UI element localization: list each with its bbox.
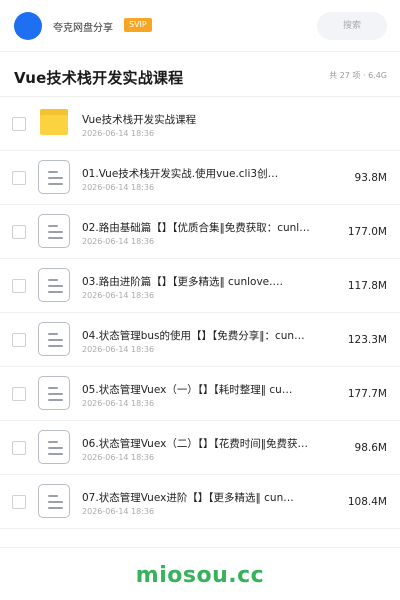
brand-label: 夸克网盘分享 [53,23,113,34]
list-item[interactable]: 06.状态管理Vuex（二）【】【花费时间‖免费获… 2026-06-14 18:… [0,421,400,475]
item-size: 177.7M [347,388,387,400]
folder-icon [40,109,68,135]
item-name[interactable]: 04.状态管理bus的使用【】【免费分享‖：cun… [82,328,314,343]
footer-divider [0,547,400,548]
row-checkbox[interactable] [12,279,26,293]
row-checkbox[interactable] [12,441,26,455]
list-item[interactable]: 03.路由进阶篇【】【更多精选‖ cunlove.… 2026-06-14 18:… [0,259,400,313]
row-checkbox[interactable] [12,333,26,347]
item-date: 2026-06-14 18:36 [82,453,155,462]
item-size: 98.6M [354,442,387,454]
item-name[interactable]: 03.路由进阶篇【】【更多精选‖ cunlove.… [82,274,314,289]
avatar[interactable] [14,12,42,40]
item-name[interactable]: 06.状态管理Vuex（二）【】【花费时间‖免费获… [82,436,314,451]
item-name[interactable]: 01.Vue技术栈开发实战.使用vue.cli3创… [82,166,314,181]
item-size: 123.3M [347,334,387,346]
list-item[interactable]: 07.状态管理Vuex进阶【】【更多精选‖ cun… 2026-06-14 18:… [0,475,400,529]
item-size: 177.0M [347,226,387,238]
document-icon [38,214,70,248]
row-checkbox[interactable] [12,387,26,401]
row-checkbox[interactable] [12,117,26,131]
document-icon [38,268,70,302]
header: 夸克网盘分享 SVIP [0,0,400,52]
item-name[interactable]: 02.路由基础篇【】【优质合集‖免费获取：cunl… [82,220,314,235]
item-size: 108.4M [347,496,387,508]
row-checkbox[interactable] [12,495,26,509]
item-size: 117.8M [347,280,387,292]
folder-titlebar: Vue技术栈开发实战课程 共 27 项 · 6.4G [0,52,400,97]
list-item[interactable]: 04.状态管理bus的使用【】【免费分享‖：cun… 2026-06-14 18:… [0,313,400,367]
list-item[interactable]: Vue技术栈开发实战课程 2026-06-14 18:36 [0,97,400,151]
search-input[interactable] [317,12,387,40]
svip-badge: SVIP [124,18,152,32]
item-name[interactable]: 07.状态管理Vuex进阶【】【更多精选‖ cun… [82,490,314,505]
list-item[interactable]: 02.路由基础篇【】【优质合集‖免费获取：cunl… 2026-06-14 18:… [0,205,400,259]
folder-meta: 共 27 项 · 6.4G [329,71,387,80]
item-name[interactable]: Vue技术栈开发实战课程 [82,112,314,127]
item-size: 93.8M [354,172,387,184]
item-date: 2026-06-14 18:36 [82,129,155,138]
item-date: 2026-06-14 18:36 [82,291,155,300]
list-item[interactable]: 05.状态管理Vuex（一）【】【耗时整理‖ cu… 2026-06-14 18:… [0,367,400,421]
item-date: 2026-06-14 18:36 [82,345,155,354]
document-icon [38,322,70,356]
row-checkbox[interactable] [12,225,26,239]
list-item[interactable]: 01.Vue技术栈开发实战.使用vue.cli3创… 2026-06-14 18:… [0,151,400,205]
row-checkbox[interactable] [12,171,26,185]
item-date: 2026-06-14 18:36 [82,237,155,246]
document-icon [38,160,70,194]
item-date: 2026-06-14 18:36 [82,507,155,516]
page-title: Vue技术栈开发实战课程 [14,69,184,87]
watermark: miosou.cc [135,563,265,588]
item-name[interactable]: 05.状态管理Vuex（一）【】【耗时整理‖ cu… [82,382,314,397]
document-icon [38,376,70,410]
item-date: 2026-06-14 18:36 [82,399,155,408]
document-icon [38,484,70,518]
file-list: Vue技术栈开发实战课程 2026-06-14 18:36 01.Vue技术栈开发实… [0,97,400,529]
item-date: 2026-06-14 18:36 [82,183,155,192]
document-icon [38,430,70,464]
